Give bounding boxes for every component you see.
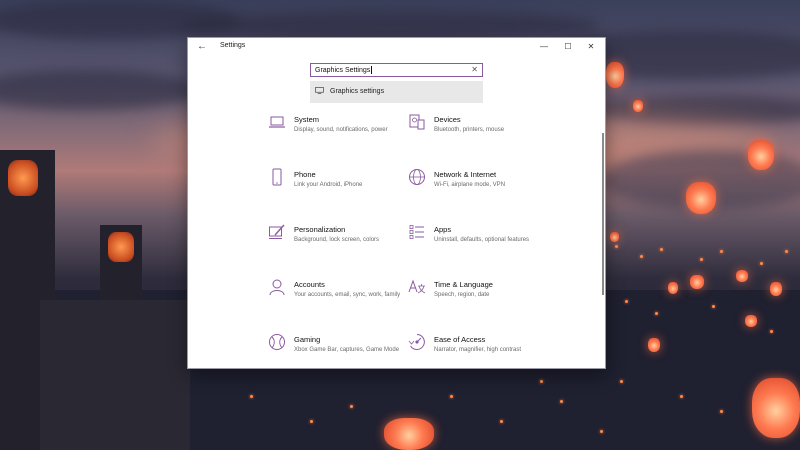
category-title: System xyxy=(294,115,320,124)
phone-icon xyxy=(272,168,282,186)
minimize-icon[interactable]: — xyxy=(533,38,555,55)
close-icon[interactable]: ✕ xyxy=(580,38,602,55)
category-network-internet[interactable]: Network & Internet Wi-Fi, airplane mode,… xyxy=(408,168,548,208)
brush-icon xyxy=(269,224,285,239)
search-suggestion-graphics-settings[interactable]: Graphics settings xyxy=(310,81,483,103)
maximize-icon[interactable]: ☐ xyxy=(557,38,579,55)
category-description: Background, lock screen, colors xyxy=(294,237,380,243)
category-description: Link your Android, iPhone xyxy=(294,182,363,188)
category-description: Narrator, magnifier, high contrast xyxy=(434,347,522,353)
person-icon xyxy=(269,279,285,296)
suggestion-label: Graphics settings xyxy=(330,88,385,95)
scrollbar[interactable] xyxy=(602,133,604,295)
category-system[interactable]: System Display, sound, notifications, po… xyxy=(268,113,408,153)
devices-icon xyxy=(409,114,425,130)
category-accounts[interactable]: Accounts Your accounts, email, sync, wor… xyxy=(268,278,408,318)
back-arrow-icon[interactable]: ← xyxy=(194,39,210,54)
monitor-icon xyxy=(315,87,324,94)
language-icon xyxy=(408,279,426,294)
ease-of-access-icon xyxy=(408,334,425,350)
apps-list-icon xyxy=(409,225,424,239)
category-description: Xbox Game Bar, captures, Game Mode xyxy=(294,347,400,353)
category-title: Apps xyxy=(434,225,452,234)
title-bar: ← Settings — ☐ ✕ xyxy=(188,38,605,55)
category-title: Personalization xyxy=(294,225,346,234)
category-description: Uninstall, defaults, optional features xyxy=(434,237,530,243)
xbox-icon xyxy=(269,334,285,350)
category-description: Display, sound, notifications, power xyxy=(294,127,388,133)
category-title: Phone xyxy=(294,170,316,179)
settings-window: ← Settings — ☐ ✕ Graphics Settings ✕ Gra… xyxy=(188,38,605,368)
category-title: Time & Language xyxy=(434,280,493,289)
category-gaming[interactable]: Gaming Xbox Game Bar, captures, Game Mod… xyxy=(268,333,408,373)
category-title: Gaming xyxy=(294,335,321,344)
category-ease-of-access[interactable]: Ease of Access Narrator, magnifier, high… xyxy=(408,333,548,373)
search-input[interactable]: Graphics Settings ✕ xyxy=(310,63,483,77)
globe-icon xyxy=(409,169,425,185)
category-personalization[interactable]: Personalization Background, lock screen,… xyxy=(268,223,408,263)
category-title: Devices xyxy=(434,115,461,124)
category-apps[interactable]: Apps Uninstall, defaults, optional featu… xyxy=(408,223,548,263)
category-devices[interactable]: Devices Bluetooth, printers, mouse xyxy=(408,113,548,153)
clear-icon[interactable]: ✕ xyxy=(471,65,478,74)
category-description: Wi-Fi, airplane mode, VPN xyxy=(434,182,506,188)
category-title: Network & Internet xyxy=(434,170,497,179)
category-description: Your accounts, email, sync, work, family xyxy=(294,292,401,298)
category-time-language[interactable]: Time & Language Speech, region, date xyxy=(408,278,548,318)
category-phone[interactable]: Phone Link your Android, iPhone xyxy=(268,168,408,208)
category-title: Accounts xyxy=(294,280,325,289)
search-value: Graphics Settings xyxy=(315,66,373,74)
window-title: Settings xyxy=(220,42,246,49)
laptop-icon xyxy=(269,116,285,128)
category-description: Speech, region, date xyxy=(434,292,490,298)
category-title: Ease of Access xyxy=(434,335,486,344)
category-description: Bluetooth, printers, mouse xyxy=(434,127,505,133)
